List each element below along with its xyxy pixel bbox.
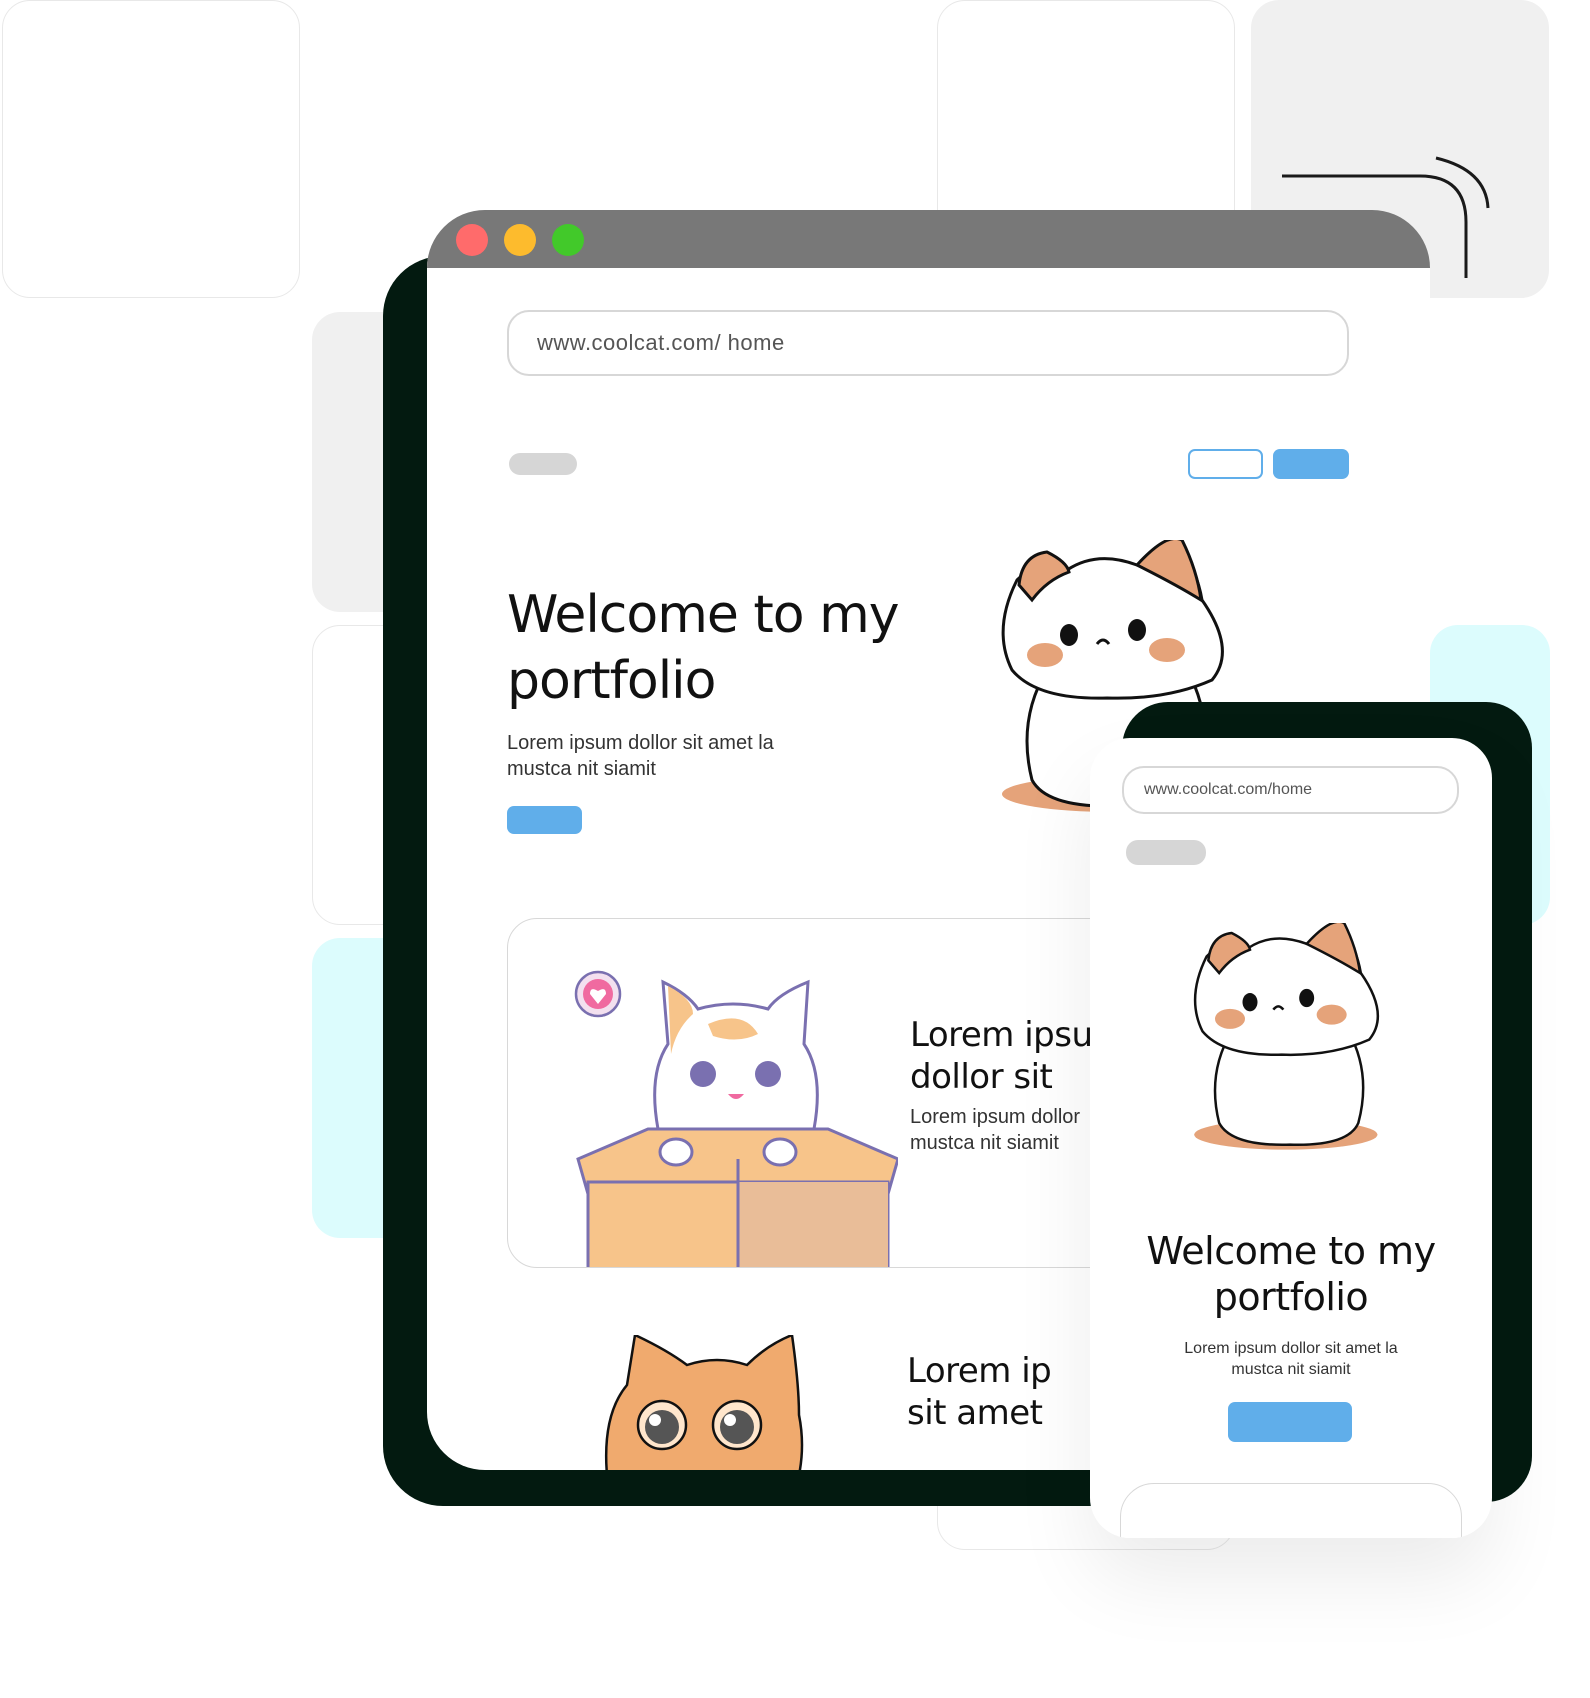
hero-cta-button[interactable]: [507, 806, 582, 834]
mobile-hero-description: Lorem ipsum dollor sit amet la mustca ni…: [1090, 1338, 1492, 1380]
mobile-url-text: www.coolcat.com/home: [1144, 781, 1313, 798]
mobile-hero-title-line1: Welcome to my: [1146, 1229, 1436, 1273]
card1-title-line1: Lorem ipsun: [910, 1015, 1114, 1055]
hero-title-line2: portfolio: [507, 651, 716, 711]
hero-title-line1: Welcome to my: [507, 585, 900, 645]
desktop-url-text: www.coolcat.com/ home: [537, 330, 785, 355]
card1-description-line2: mustca nit siamit: [910, 1132, 1059, 1154]
nav-primary-button[interactable]: [1273, 449, 1349, 479]
hero-description-line2: mustca nit siamit: [507, 758, 656, 780]
nav-secondary-button[interactable]: [1188, 449, 1263, 479]
mobile-hero-title-line2: portfolio: [1213, 1275, 1369, 1319]
tabby-cat-illustration: [604, 1335, 804, 1470]
mobile-feature-card[interactable]: [1120, 1483, 1462, 1538]
bg-tile-top-left: [2, 0, 300, 298]
mobile-hero-description-line2: mustca nit siamit: [1231, 1361, 1351, 1378]
bg-tile-top-middle: [937, 0, 1235, 240]
mobile-hero-cat-illustration: [1193, 923, 1380, 1150]
card1-description: Lorem ipsum dollor mustca nit siamit: [910, 1104, 1080, 1156]
mobile-hero-description-line1: Lorem ipsum dollor sit amet la: [1184, 1340, 1398, 1357]
mobile-hero-cta-button[interactable]: [1228, 1402, 1352, 1442]
browser-titlebar: [427, 210, 1430, 268]
mobile-browser-window: www.coolcat.com/home Welcome to my portf…: [1090, 738, 1492, 1538]
card1-title: Lorem ipsun dollor sit: [910, 1014, 1114, 1098]
mobile-hero-title: Welcome to my portfolio: [1090, 1228, 1492, 1320]
hero-title: Welcome to my portfolio: [507, 582, 900, 714]
maximize-window-button[interactable]: [552, 224, 584, 256]
cat-in-box-illustration: [574, 970, 898, 1267]
card1-description-line1: Lorem ipsum dollor: [910, 1106, 1081, 1128]
close-window-button[interactable]: [456, 224, 488, 256]
logo-placeholder: [509, 453, 577, 475]
card1-title-line2: dollor sit: [910, 1057, 1053, 1097]
card2-title-line2: sit amet: [907, 1393, 1043, 1433]
card2-title-line1: Lorem ip: [907, 1351, 1052, 1391]
mobile-logo-placeholder: [1126, 840, 1206, 865]
mobile-url-bar[interactable]: www.coolcat.com/home: [1122, 766, 1459, 814]
hero-description: Lorem ipsum dollor sit amet la mustca ni…: [507, 730, 774, 782]
minimize-window-button[interactable]: [504, 224, 536, 256]
card2-title: Lorem ip sit amet: [907, 1350, 1052, 1434]
desktop-url-bar[interactable]: www.coolcat.com/ home: [507, 310, 1349, 376]
hero-description-line1: Lorem ipsum dollor sit amet la: [507, 732, 774, 754]
